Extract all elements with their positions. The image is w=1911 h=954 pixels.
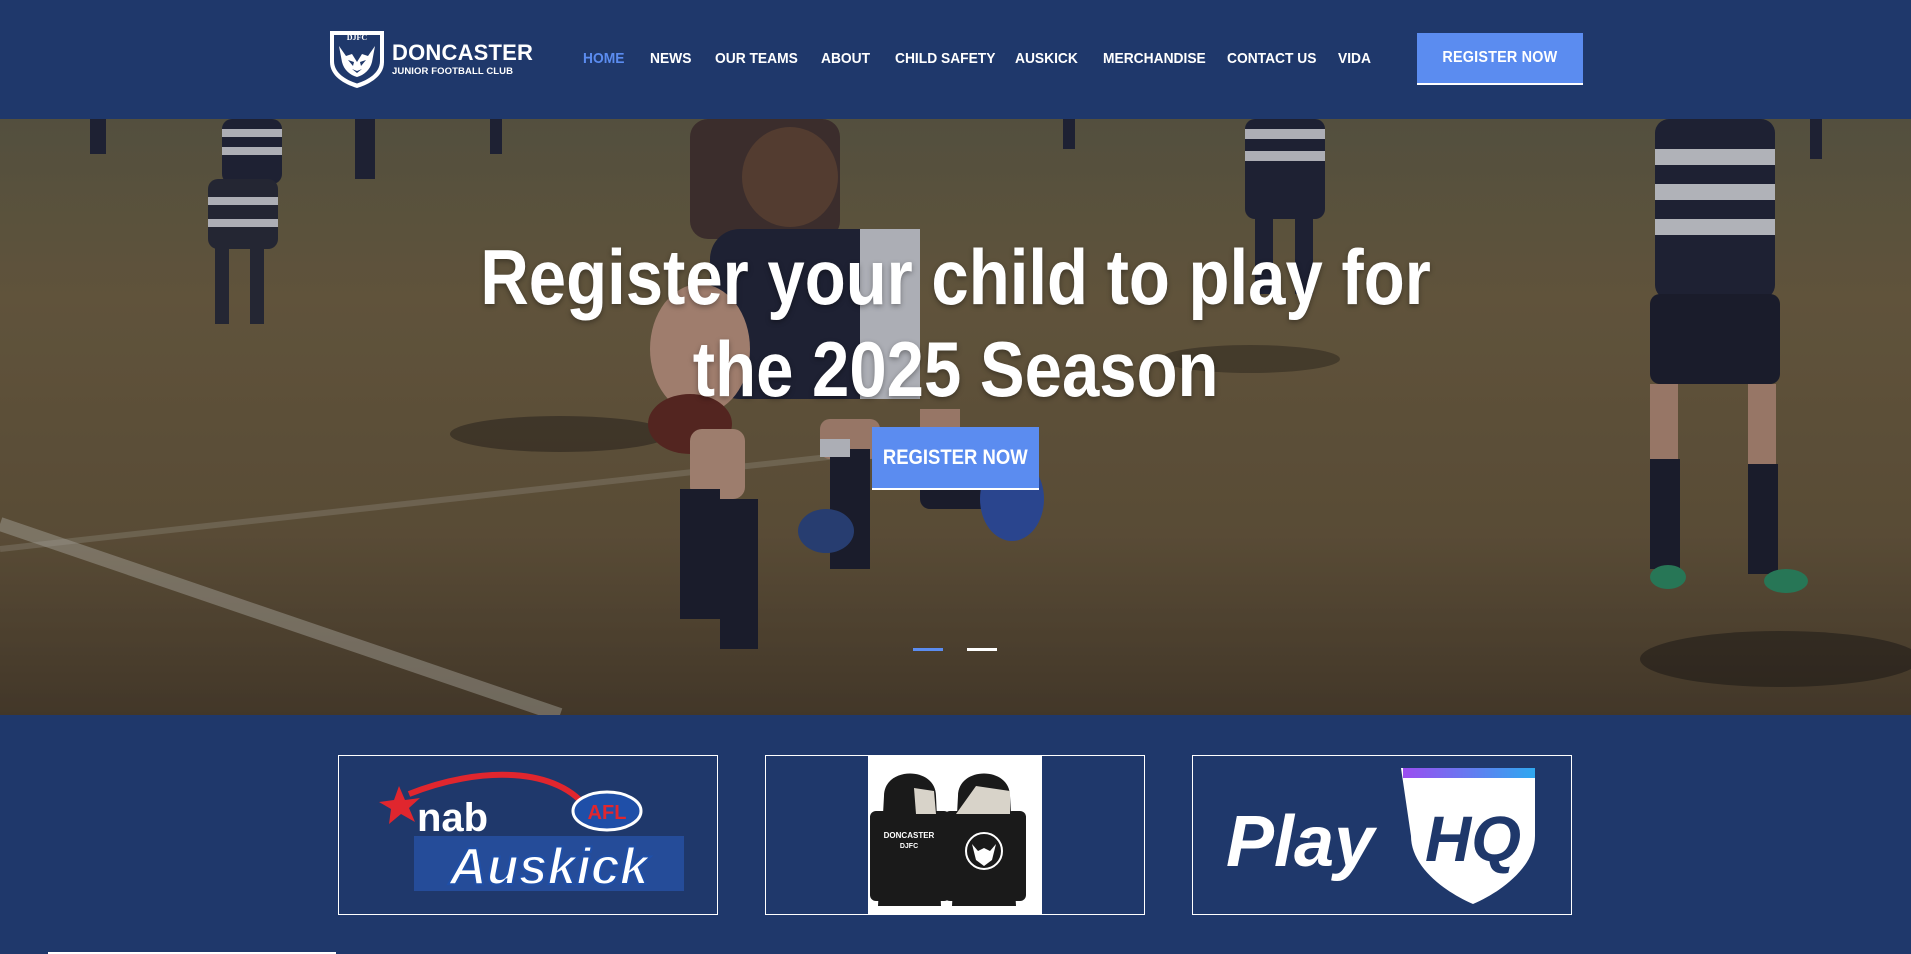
nav-item-child-safety[interactable]: CHILD SAFETY [895,49,995,69]
hoodie-text: DONCASTER [884,831,935,840]
nav-item-news[interactable]: NEWS [650,49,691,69]
playhq-play-text: Play [1226,802,1378,882]
hoodie-subtext: DJFC [900,843,918,850]
slider-dot-1[interactable] [913,648,943,651]
logo-name: DONCASTER [392,39,534,65]
playhq-logo: Play HQ [1226,768,1535,904]
logo-badge-text: DJFC [346,33,368,42]
slider-dot-2[interactable] [967,648,997,651]
nab-auskick-logo: nab AFL Auskick [379,771,684,897]
hero-register-label: REGISTER NOW [883,445,1028,469]
nab-logo-text: nab [417,796,488,840]
nav-item-our-teams[interactable]: OUR TEAMS [715,49,798,69]
header-register-label: REGISTER NOW [1442,49,1558,66]
site-header: DJFC DONCASTER JUNIOR FOOTBALL CLUB HOME… [0,0,1911,119]
merchandise-card[interactable]: DONCASTER DJFC [765,755,1145,915]
nav-item-about[interactable]: ABOUT [821,49,870,69]
nav-item-auskick[interactable]: AUSKICK [1015,49,1078,69]
header-register-button[interactable]: REGISTER NOW [1417,33,1583,85]
nav-item-contact-us[interactable]: CONTACT US [1227,49,1316,69]
nav-item-merchandise[interactable]: MERCHANDISE [1103,49,1206,69]
hero-title: Register your child to play for the 2025… [0,231,1911,415]
slider-pagination [913,648,997,651]
playhq-card[interactable]: Play HQ [1192,755,1572,915]
club-logo[interactable]: DJFC DONCASTER JUNIOR FOOTBALL CLUB [326,28,533,90]
afl-logo-text: AFL [588,802,627,824]
nav-item-vida[interactable]: VIDA [1338,49,1371,69]
playhq-hq-text: HQ [1425,803,1521,875]
hero-title-line-1: Register your child to play for [480,233,1431,321]
hero-slider: Register your child to play for the 2025… [0,119,1911,715]
auskick-logo-text: Auskick [447,838,652,896]
club-shield-icon: DJFC [326,28,388,90]
nav-item-home[interactable]: HOME [583,49,624,69]
hoodie-image: DONCASTER DJFC [868,756,1042,914]
hero-title-line-2: the 2025 Season [692,325,1219,413]
hero-register-button[interactable]: REGISTER NOW [872,427,1039,490]
hero-overlay [0,119,1911,715]
logo-subtitle: JUNIOR FOOTBALL CLUB [392,65,514,77]
auskick-card[interactable]: nab AFL Auskick [338,755,718,915]
